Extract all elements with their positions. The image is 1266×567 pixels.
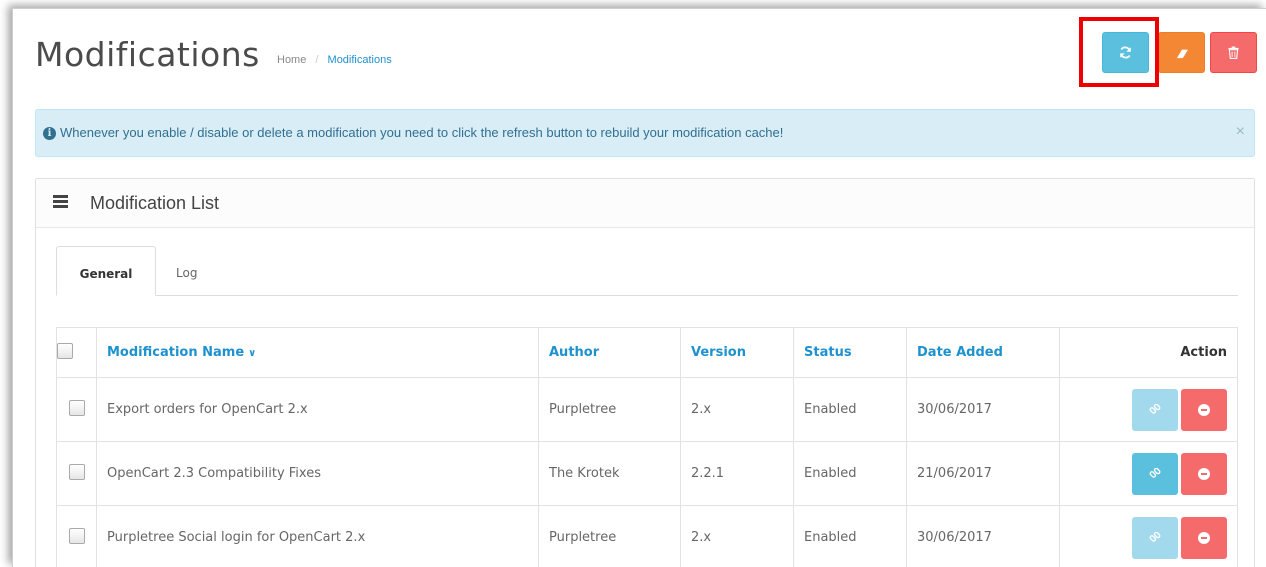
page-title: Modifications — [35, 35, 260, 74]
tab-general[interactable]: General — [56, 246, 156, 296]
disable-button[interactable] — [1181, 388, 1227, 431]
app-frame: Modifications Home / Modifications i Whe… — [12, 8, 1266, 567]
link-icon — [1149, 531, 1161, 542]
minus-circle-icon — [1198, 403, 1210, 416]
eraser-icon — [1176, 49, 1188, 58]
panel-title: Modification List — [90, 193, 220, 213]
cell-version: 2.x — [680, 505, 794, 567]
cell-actions — [1059, 377, 1238, 442]
cell-author: Purpletree — [538, 505, 681, 567]
enable-button[interactable] — [1132, 516, 1178, 559]
breadcrumb-separator: / — [315, 54, 319, 66]
enable-button[interactable] — [1132, 388, 1178, 431]
row-checkbox[interactable] — [68, 527, 85, 544]
cell-name: Purpletree Social login for OpenCart 2.x — [96, 505, 539, 567]
cell-date-added: 21/06/2017 — [906, 441, 1060, 506]
cell-date-added: 30/06/2017 — [906, 377, 1060, 442]
cell-status: Enabled — [793, 505, 907, 567]
column-header-name[interactable]: Modification Name ∨ — [96, 327, 539, 378]
disable-button[interactable] — [1181, 452, 1227, 495]
select-all-checkbox[interactable] — [57, 342, 73, 359]
cell-actions — [1059, 505, 1238, 567]
tab-log[interactable]: Log — [176, 246, 216, 296]
row-checkbox[interactable] — [68, 463, 85, 480]
info-circle-icon: i — [43, 127, 56, 140]
chevron-down-icon: ∨ — [248, 348, 257, 359]
column-header-action: Action — [1059, 327, 1238, 378]
column-header-status[interactable]: Status — [793, 327, 907, 378]
clear-cache-button[interactable] — [1158, 32, 1205, 73]
tab-bar: General Log — [56, 246, 1238, 296]
cell-author: The Krotek — [538, 441, 681, 506]
refresh-button-highlight — [1079, 17, 1159, 87]
cell-version: 2.2.1 — [680, 441, 794, 506]
alert-message: Whenever you enable / disable or delete … — [60, 125, 784, 140]
trash-icon — [1228, 46, 1239, 59]
table-row: OpenCart 2.3 Compatibility Fixes The Krot… — [56, 441, 1238, 506]
table-header-row: Modification Name ∨ Author Version Status… — [56, 327, 1238, 378]
minus-circle-icon — [1198, 531, 1210, 544]
cell-name: OpenCart 2.3 Compatibility Fixes — [96, 441, 539, 506]
link-icon — [1149, 403, 1161, 414]
column-header-version[interactable]: Version — [680, 327, 794, 378]
modification-list-panel: Modification List General Log Modificati… — [35, 178, 1255, 567]
column-header-date-added[interactable]: Date Added — [906, 327, 1060, 378]
page-header: Modifications Home / Modifications — [13, 9, 1266, 99]
disable-button[interactable] — [1181, 516, 1227, 559]
minus-circle-icon — [1198, 467, 1210, 480]
panel-heading: Modification List — [36, 179, 1254, 228]
cell-actions — [1059, 441, 1238, 506]
cell-status: Enabled — [793, 377, 907, 442]
breadcrumb-home-link[interactable]: Home — [277, 54, 306, 66]
delete-button[interactable] — [1210, 32, 1257, 73]
breadcrumb: Home / Modifications — [277, 54, 392, 66]
modifications-table: Modification Name ∨ Author Version Status… — [56, 327, 1238, 567]
info-alert: i Whenever you enable / disable or delet… — [35, 109, 1255, 157]
table-row: Export orders for OpenCart 2.x Purpletree… — [56, 377, 1238, 442]
column-label-name: Modification Name — [107, 345, 245, 360]
breadcrumb-modifications-link[interactable]: Modifications — [328, 54, 392, 66]
cell-version: 2.x — [680, 377, 794, 442]
row-checkbox[interactable] — [68, 399, 85, 416]
cell-date-added: 30/06/2017 — [906, 505, 1060, 567]
cell-author: Purpletree — [538, 377, 681, 442]
table-row: Purpletree Social login for OpenCart 2.x… — [56, 505, 1238, 567]
column-header-author[interactable]: Author — [538, 327, 681, 378]
link-icon — [1149, 467, 1161, 478]
list-icon — [53, 195, 68, 208]
enable-button[interactable] — [1132, 452, 1178, 495]
cell-name: Export orders for OpenCart 2.x — [96, 377, 539, 442]
alert-close-button[interactable]: × — [1236, 123, 1245, 141]
cell-status: Enabled — [793, 441, 907, 506]
